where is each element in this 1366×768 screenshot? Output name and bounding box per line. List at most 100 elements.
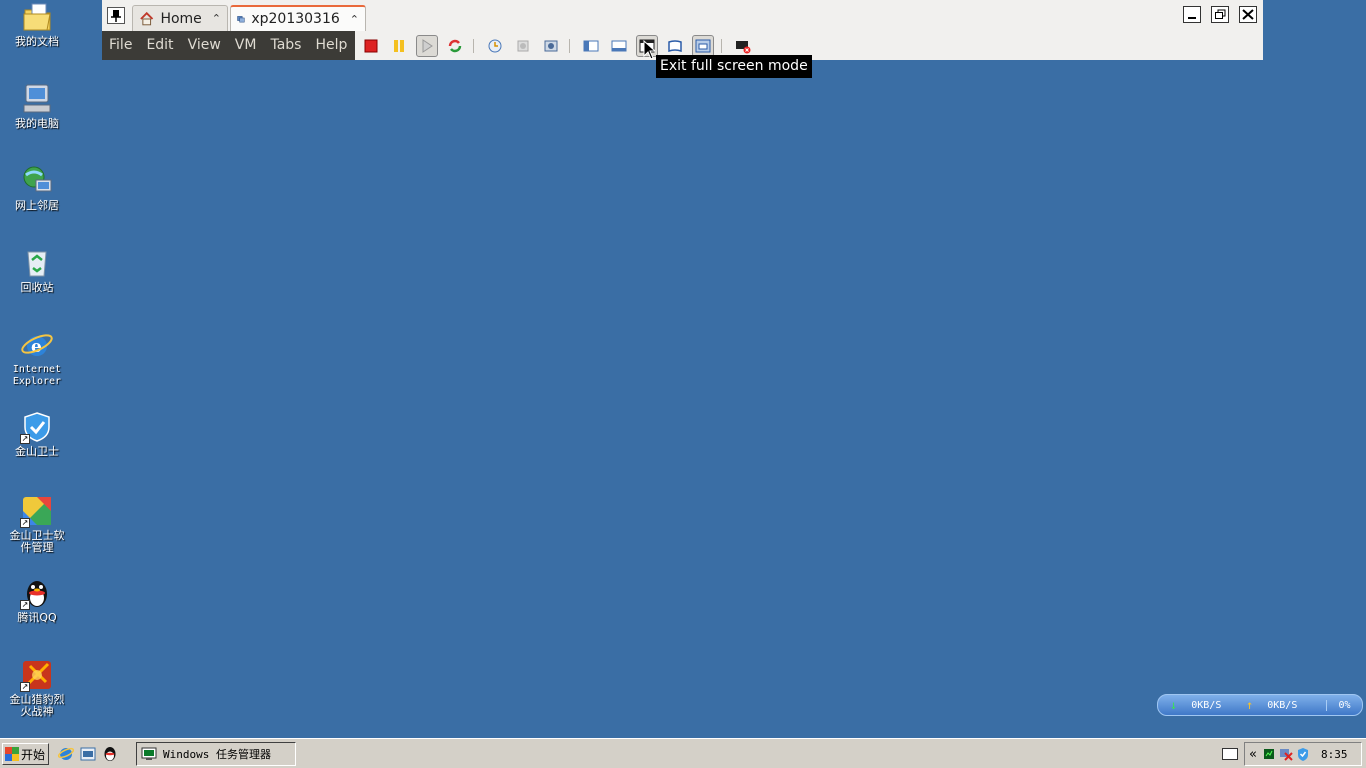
quicklaunch-qq-icon[interactable] xyxy=(101,745,119,763)
revert-snapshot-button[interactable] xyxy=(512,35,534,57)
shortcut-arrow-icon: ↗ xyxy=(20,434,30,444)
tab-home[interactable]: Home ⌃ xyxy=(132,5,228,31)
desktop-icon-label: 金山卫士软 件管理 xyxy=(9,529,65,554)
download-arrow-icon: ↓ xyxy=(1170,698,1178,712)
shortcut-arrow-icon: ↗ xyxy=(20,682,30,692)
toolbar-separator xyxy=(569,39,570,53)
tab-close-icon[interactable]: ⌃ xyxy=(212,12,221,25)
tab-vm[interactable]: xp20130316 ⌃ xyxy=(230,5,366,31)
qq-icon: ↗ xyxy=(20,576,54,610)
show-sidebar-button[interactable] xyxy=(580,35,602,57)
show-thumbnail-icon xyxy=(611,40,627,52)
menu-help[interactable]: Help xyxy=(308,31,354,60)
desktop-icon-label: Internet Explorer xyxy=(12,364,62,387)
desktop-icon-internet-explorer[interactable]: e Internet Explorer xyxy=(4,328,70,388)
show-thumbnail-button[interactable] xyxy=(608,35,630,57)
power-on-button[interactable] xyxy=(416,35,438,57)
close-button[interactable] xyxy=(1239,6,1257,23)
internet-explorer-icon: e xyxy=(20,328,54,362)
vm-icon xyxy=(237,16,245,23)
task-label: Windows 任务管理器 xyxy=(163,748,271,761)
start-label: 开始 xyxy=(21,747,46,762)
pin-icon xyxy=(111,10,121,22)
menu-vm[interactable]: VM xyxy=(228,31,264,60)
pin-toolbar-button[interactable] xyxy=(107,7,125,24)
quicklaunch-ie-icon[interactable] xyxy=(57,745,75,763)
snapshot-icon xyxy=(488,39,502,53)
desktop-icon-software-manager[interactable]: ↗ 金山卫士软 件管理 xyxy=(4,494,70,554)
desktop-icon-label: 我的文档 xyxy=(15,35,59,48)
desktop-icon-my-computer[interactable]: 我的电脑 xyxy=(4,82,70,130)
toolbar-separator xyxy=(721,39,722,53)
desktop-icon-label: 腾讯QQ xyxy=(17,611,57,624)
home-icon xyxy=(140,11,154,25)
reset-icon xyxy=(448,39,462,53)
windows-logo-icon xyxy=(5,747,19,761)
minimize-icon xyxy=(1188,17,1196,19)
suspend-button[interactable] xyxy=(388,35,410,57)
network-places-icon xyxy=(20,164,54,198)
network-monitor[interactable]: ↓ 0KB/S ↑ 0KB/S 0% xyxy=(1157,694,1363,716)
desktop-icon-label: 网上邻居 xyxy=(15,199,59,212)
cpu-usage: 0% xyxy=(1326,699,1362,711)
desktop-icon-label: 金山卫士 xyxy=(15,445,59,458)
desktop-icon-kingsoft-guard[interactable]: ↗ 金山卫士 xyxy=(4,410,70,458)
recycle-bin-icon xyxy=(20,246,54,280)
close-icon xyxy=(1242,9,1254,20)
kingsoft-game-icon: ↗ xyxy=(20,658,54,692)
upload-value: 0KB/S xyxy=(1267,699,1298,711)
vmware-fullscreen-toolbar: Home ⌃ xp20130316 ⌃ File Edit View VM Ta… xyxy=(102,0,1263,60)
my-computer-icon xyxy=(20,82,54,116)
snapshot-manager-button[interactable] xyxy=(540,35,562,57)
desktop-icon-label: 我的电脑 xyxy=(15,117,59,130)
show-sidebar-icon xyxy=(583,40,599,52)
power-off-button[interactable] xyxy=(360,35,382,57)
tray-monitor-icon[interactable] xyxy=(1263,748,1275,760)
toolbar-separator xyxy=(473,39,474,53)
security-shield-icon[interactable] xyxy=(1297,747,1309,761)
tab-label: xp20130316 xyxy=(251,11,340,27)
minimize-button[interactable] xyxy=(1183,6,1201,23)
taskbar: 开始 Windows 任务管理器 « 8:35 xyxy=(0,738,1366,768)
shortcut-arrow-icon: ↗ xyxy=(20,600,30,610)
tooltip: Exit full screen mode xyxy=(656,55,812,78)
kingsoft-guard-icon: ↗ xyxy=(20,410,54,444)
my-documents-icon xyxy=(20,0,54,34)
power-off-icon xyxy=(364,39,378,53)
reset-button[interactable] xyxy=(444,35,466,57)
download-value: 0KB/S xyxy=(1191,699,1222,711)
menu-file[interactable]: File xyxy=(102,31,139,60)
desktop-icon-my-documents[interactable]: 我的文档 xyxy=(4,0,70,48)
start-button[interactable]: 开始 xyxy=(2,743,49,765)
restore-button[interactable] xyxy=(1211,6,1229,23)
unity-button[interactable] xyxy=(692,35,714,57)
desktop-icon-qq[interactable]: ↗ 腾讯QQ xyxy=(4,576,70,624)
desktop-icon-network[interactable]: 网上邻居 xyxy=(4,164,70,212)
desktop-icon-kingsoft-game[interactable]: ↗ 金山猎豹烈 火战神 xyxy=(4,658,70,718)
suspend-icon xyxy=(394,40,404,52)
menu-tabs[interactable]: Tabs xyxy=(263,31,308,60)
cpu-value: 0% xyxy=(1338,699,1351,711)
kingsoft-software-manager-icon: ↗ xyxy=(20,494,54,528)
mouse-pointer-icon xyxy=(643,40,655,60)
system-tray: « 8:35 xyxy=(1244,742,1362,766)
ctrl-alt-del-icon xyxy=(736,41,751,54)
taskbar-item-task-manager[interactable]: Windows 任务管理器 xyxy=(136,742,296,766)
menu-view[interactable]: View xyxy=(181,31,228,60)
menu-edit[interactable]: Edit xyxy=(139,31,180,60)
download-speed: ↓ 0KB/S xyxy=(1158,698,1240,712)
ctrl-alt-del-button[interactable] xyxy=(732,35,754,57)
desktop-icon-recycle-bin[interactable]: 回收站 xyxy=(4,246,70,294)
quicklaunch-show-desktop-icon[interactable] xyxy=(79,745,97,763)
network-disconnected-icon[interactable] xyxy=(1279,747,1293,761)
shortcut-arrow-icon: ↗ xyxy=(20,518,30,528)
tab-close-icon[interactable]: ⌃ xyxy=(350,13,359,26)
tab-bar: Home ⌃ xp20130316 ⌃ xyxy=(102,0,1263,31)
quick-switch-button[interactable] xyxy=(664,35,686,57)
snapshot-button[interactable] xyxy=(484,35,506,57)
keyboard-icon[interactable] xyxy=(1222,748,1238,760)
power-on-icon xyxy=(422,39,433,53)
tab-label: Home xyxy=(160,10,202,27)
tray-expand-icon[interactable]: « xyxy=(1249,747,1257,762)
desktop: 我的文档 我的电脑 网上邻居 回收站 e Internet Explorer ↗… xyxy=(0,0,1366,738)
